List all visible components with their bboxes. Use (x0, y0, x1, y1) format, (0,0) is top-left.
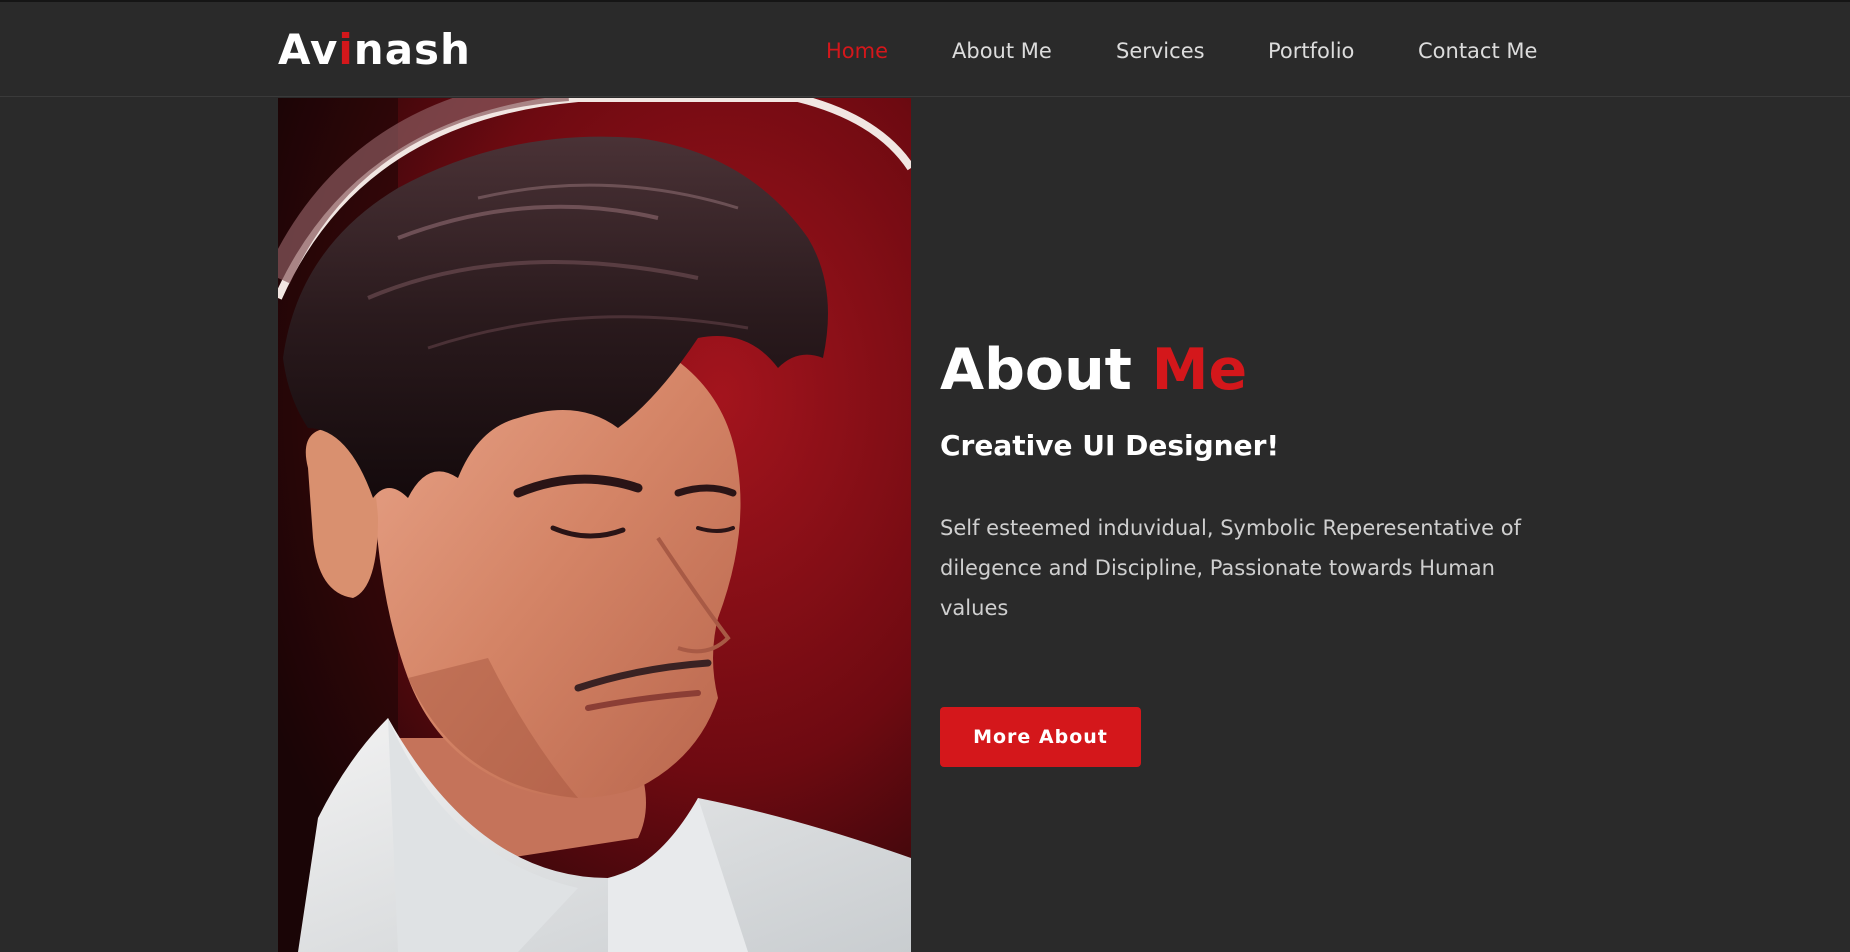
profile-photo (278, 98, 911, 952)
main-nav: Home About Me Services Portfolio Contact… (0, 34, 1850, 70)
site-header: Avinash Home About Me Services Portfolio… (0, 2, 1850, 97)
about-description: Self esteemed induvidual, Symbolic Reper… (940, 516, 1522, 620)
about-subtitle: Creative UI Designer! (940, 429, 1280, 462)
more-about-button[interactable]: More About (940, 707, 1141, 767)
nav-item-home[interactable]: Home (826, 34, 888, 68)
about-title-main: About (940, 337, 1152, 403)
nav-item-contact-me[interactable]: Contact Me (1418, 34, 1537, 68)
nav-item-services[interactable]: Services (1116, 34, 1205, 68)
about-title-accent: Me (1151, 337, 1248, 403)
page: Avinash Home About Me Services Portfolio… (0, 0, 1850, 952)
nav-item-about-me[interactable]: About Me (952, 34, 1052, 68)
nav-item-portfolio[interactable]: Portfolio (1268, 34, 1354, 68)
profile-photo-image (278, 98, 911, 952)
about-title: About Me (940, 332, 1247, 408)
